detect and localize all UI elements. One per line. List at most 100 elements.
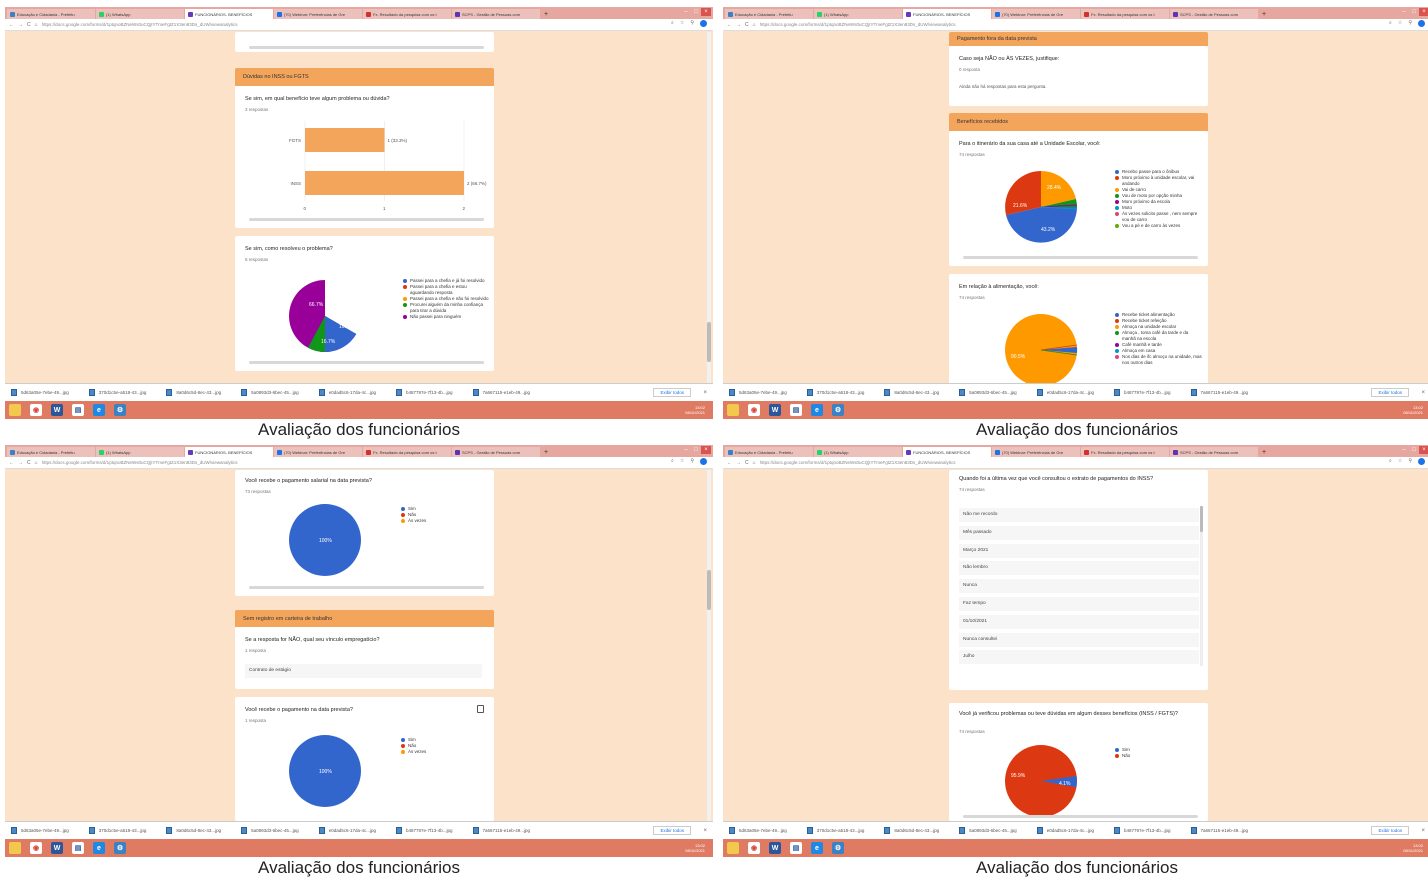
vertical-scrollbar[interactable] [707, 32, 711, 383]
edge-icon[interactable]: e [811, 842, 823, 854]
star-icon[interactable]: ☆ [680, 458, 684, 467]
browser-tab[interactable]: SCPS - Gestão de Pessoas com [1170, 9, 1258, 19]
close-window-button[interactable]: × [701, 8, 711, 16]
browser-tab[interactable]: Fx. Resultado da pesquisa com os t [1081, 447, 1169, 457]
new-tab-button[interactable]: + [541, 447, 551, 457]
zoom-icon[interactable]: ⌕ [1389, 20, 1392, 29]
document-icon[interactable]: ▤ [790, 404, 802, 416]
download-item[interactable]: 370d1c5e-a518-43...jpg [88, 389, 146, 396]
reload-icon[interactable]: C [27, 22, 31, 28]
close-icon[interactable]: × [1421, 828, 1425, 834]
app-icon[interactable]: ⚙ [114, 842, 126, 854]
reload-icon[interactable]: C [27, 460, 31, 466]
extensions-icon[interactable]: ⚲ [690, 20, 694, 29]
horizontal-scrollbar[interactable] [249, 46, 484, 49]
download-item[interactable]: 5a0893d3-6bec-45...jpg [241, 827, 299, 834]
chrome-icon[interactable]: ◉ [748, 842, 760, 854]
browser-tab-active[interactable]: FUNCIONÁRIOS- BENEFÍCIOS [185, 9, 273, 19]
browser-tab[interactable]: (70) Webinar: Preferências de Gre [992, 9, 1080, 19]
home-icon[interactable]: ⌂ [35, 460, 38, 466]
maximize-button[interactable]: □ [1409, 446, 1419, 454]
extensions-icon[interactable]: ⚲ [1408, 458, 1412, 467]
browser-tab-active[interactable]: FUNCIONÁRIOS- BENEFÍCIOS [185, 447, 273, 457]
download-item[interactable]: 8a0d6c5d-8ec-43...jpg [166, 827, 221, 834]
word-icon[interactable]: W [51, 842, 63, 854]
forward-icon[interactable]: → [18, 460, 23, 466]
download-item[interactable]: e0dad5c6-17da-4c...jpg [1036, 827, 1094, 834]
chrome-icon[interactable]: ◉ [30, 404, 42, 416]
download-item[interactable]: b487797e-7f13-4b...jpg [395, 389, 453, 396]
download-item[interactable]: 8a0d6c5d-8ec-43...jpg [166, 389, 221, 396]
file-explorer-icon[interactable] [9, 404, 21, 416]
close-window-button[interactable]: × [1419, 446, 1428, 454]
back-icon[interactable]: ← [9, 460, 14, 466]
close-icon[interactable]: × [1421, 390, 1425, 396]
chrome-icon[interactable]: ◉ [748, 404, 760, 416]
star-icon[interactable]: ☆ [1398, 20, 1402, 29]
new-tab-button[interactable]: + [1259, 447, 1269, 457]
close-window-button[interactable]: × [701, 446, 711, 454]
download-item[interactable]: e0dad5c6-17da-4c...jpg [318, 827, 376, 834]
download-item[interactable]: 5d63a05e-7ebe-49...jpg [11, 827, 69, 834]
download-item[interactable]: 7a667115-e1eb-49...jpg [472, 389, 530, 396]
forward-icon[interactable]: → [736, 460, 741, 466]
app-icon[interactable]: ⚙ [114, 404, 126, 416]
download-item[interactable]: 5d63a05e-7ebe-49...jpg [729, 827, 787, 834]
horizontal-scrollbar[interactable] [963, 256, 1198, 259]
browser-tab[interactable]: (1) WhatsApp [814, 447, 902, 457]
home-icon[interactable]: ⌂ [753, 460, 756, 466]
back-icon[interactable]: ← [727, 22, 732, 28]
download-item[interactable]: 370d1c5e-a518-43...jpg [806, 827, 864, 834]
document-icon[interactable]: ▤ [72, 842, 84, 854]
close-icon[interactable]: × [703, 828, 707, 834]
download-item[interactable]: 5a0893d3-6bec-45...jpg [959, 827, 1017, 834]
home-icon[interactable]: ⌂ [35, 22, 38, 28]
file-explorer-icon[interactable] [727, 842, 739, 854]
url-input[interactable]: https://docs.google.com/forms/d/1ptqnoBZ… [760, 22, 1383, 27]
show-all-button[interactable]: Exibir todos [1371, 826, 1409, 835]
avatar[interactable] [700, 458, 707, 467]
extensions-icon[interactable]: ⚲ [1408, 20, 1412, 29]
minimize-button[interactable]: – [1399, 8, 1409, 16]
browser-tab[interactable]: (70) Webinar: Preferências de Gre [274, 9, 362, 19]
download-item[interactable]: 7a667115-e1eb-49...jpg [1190, 827, 1248, 834]
browser-tab[interactable]: Fx. Resultado da pesquisa com os t [363, 447, 451, 457]
copy-icon[interactable] [477, 705, 484, 713]
minimize-button[interactable]: – [681, 8, 691, 16]
browser-tab[interactable]: Educação e Cidadania - Prefeitu [7, 9, 95, 19]
forward-icon[interactable]: → [18, 22, 23, 28]
browser-tab[interactable]: Educação e Cidadania - Prefeitu [7, 447, 95, 457]
download-item[interactable]: 7a667115-e1eb-49...jpg [472, 827, 530, 834]
document-icon[interactable]: ▤ [790, 842, 802, 854]
horizontal-scrollbar[interactable] [249, 218, 484, 221]
horizontal-scrollbar[interactable] [249, 586, 484, 589]
minimize-button[interactable]: – [681, 446, 691, 454]
extensions-icon[interactable]: ⚲ [690, 458, 694, 467]
download-item[interactable]: 5a0893d3-6bec-45...jpg [241, 389, 299, 396]
word-icon[interactable]: W [51, 404, 63, 416]
back-icon[interactable]: ← [727, 460, 732, 466]
browser-tab-active[interactable]: FUNCIONÁRIOS- BENEFÍCIOS [903, 447, 991, 457]
minimize-button[interactable]: – [1399, 446, 1409, 454]
horizontal-scrollbar[interactable] [963, 815, 1198, 818]
url-input[interactable]: https://docs.google.com/forms/d/1ptqnoBZ… [42, 22, 665, 27]
edge-icon[interactable]: e [93, 404, 105, 416]
browser-tab[interactable]: SCPS - Gestão de Pessoas com [452, 9, 540, 19]
download-item[interactable]: b487797e-7f13-4b...jpg [1113, 389, 1171, 396]
browser-tab[interactable]: (70) Webinar: Preferências de Gre [274, 447, 362, 457]
home-icon[interactable]: ⌂ [753, 22, 756, 28]
edge-icon[interactable]: e [93, 842, 105, 854]
maximize-button[interactable]: □ [691, 8, 701, 16]
browser-tab[interactable]: (70) Webinar: Preferências de Gre [992, 447, 1080, 457]
browser-tab[interactable]: (1) WhatsApp [96, 447, 184, 457]
show-all-button[interactable]: Exibir todos [1371, 388, 1409, 397]
browser-tab[interactable]: (1) WhatsApp [96, 9, 184, 19]
new-tab-button[interactable]: + [541, 9, 551, 19]
reload-icon[interactable]: C [745, 460, 749, 466]
back-icon[interactable]: ← [9, 22, 14, 28]
word-icon[interactable]: W [769, 842, 781, 854]
avatar[interactable] [1418, 20, 1425, 29]
download-item[interactable]: e0dad5c6-17da-4c...jpg [1036, 389, 1094, 396]
browser-tab[interactable]: Educação e Cidadania - Prefeitu [725, 9, 813, 19]
avatar[interactable] [700, 20, 707, 29]
